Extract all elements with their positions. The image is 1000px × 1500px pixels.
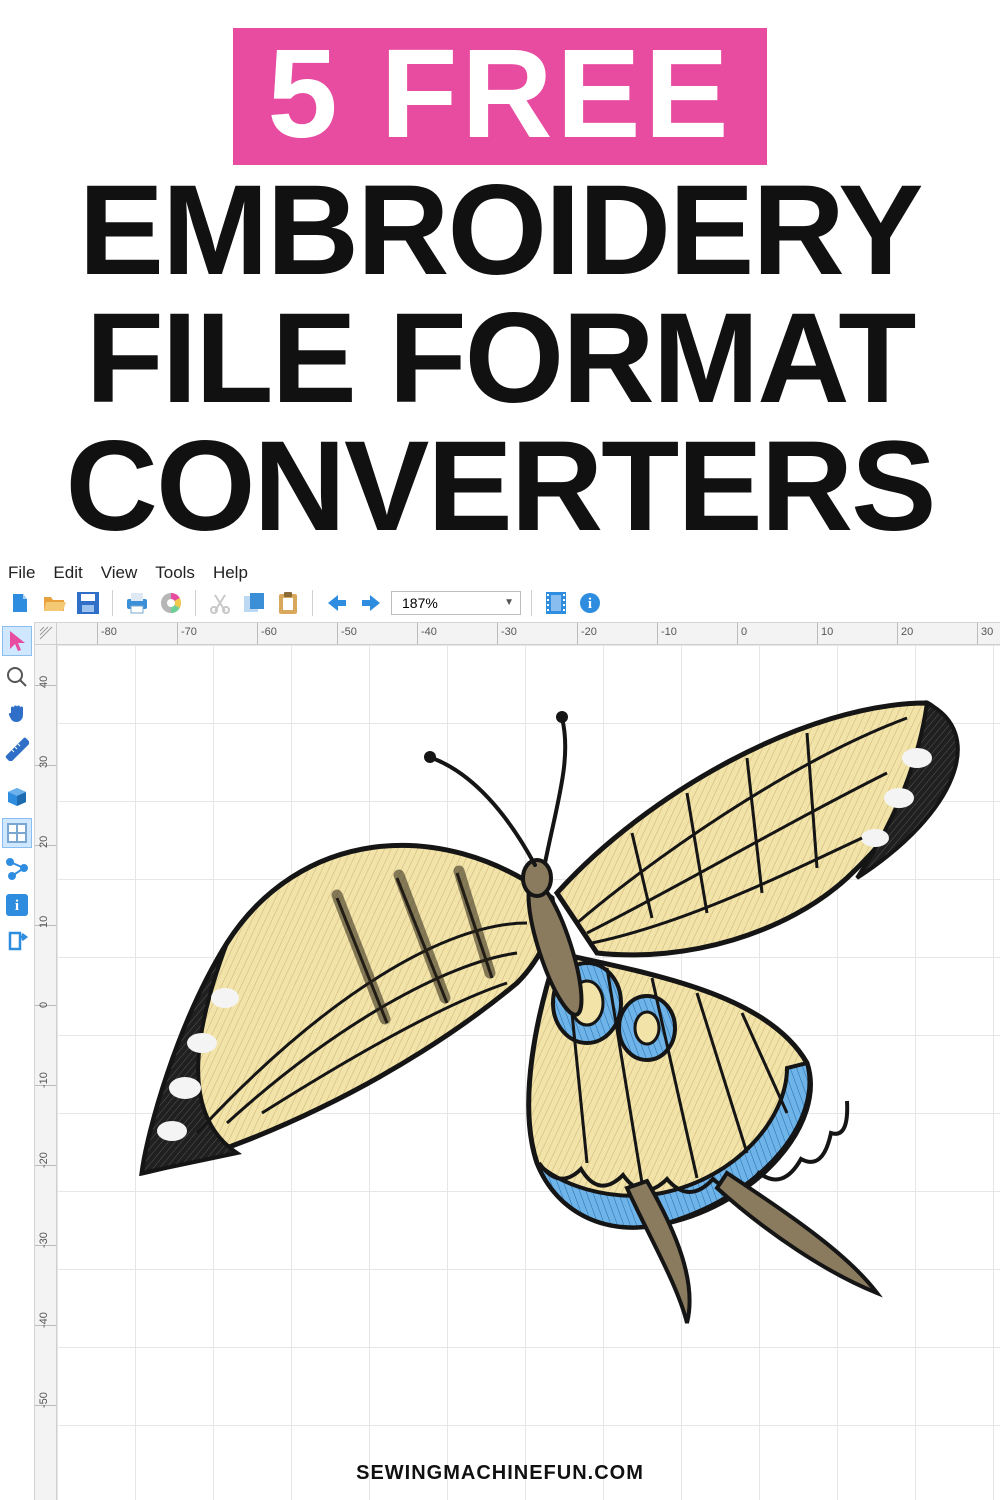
headline-line-2: FILE FORMAT [20,297,980,421]
menu-tools[interactable]: Tools [155,563,195,583]
open-file-icon[interactable] [40,589,68,617]
menu-help[interactable]: Help [213,563,248,583]
export-icon[interactable] [2,926,32,956]
toolbar: 187% ▼ i [0,586,1000,622]
cut-icon[interactable] [206,589,234,617]
headline-line-3: CONVERTERS [20,425,980,549]
ruler-tick: -50 [35,1405,56,1406]
butterfly-design [87,663,1000,1343]
canvas-area: -80 -70 -60 -50 -40 -30 -20 -10 0 10 20 30 40 30 20 10… [34,622,1000,1500]
print-icon[interactable] [123,589,151,617]
ruler-tick: -30 [497,623,498,644]
ruler-tick: -20 [35,1165,56,1166]
ruler-tick: 10 [35,925,56,926]
ruler-tick: 10 [817,623,818,644]
ruler-tick: -80 [97,623,98,644]
ruler-tick: 0 [35,1005,56,1006]
paste-icon[interactable] [274,589,302,617]
headline-highlight: 5 FREE [233,28,766,165]
ruler-tick: -10 [35,1085,56,1086]
film-strip-icon[interactable] [542,589,570,617]
ruler-tick: 40 [35,685,56,686]
ruler-tick: -20 [577,623,578,644]
svg-text:i: i [588,596,592,612]
ruler-tick: 0 [737,623,738,644]
headline-line-1: EMBROIDERY [20,169,980,293]
design-canvas[interactable] [57,645,1000,1500]
menu-view[interactable]: View [101,563,138,583]
ruler-tick: 30 [35,765,56,766]
vertical-ruler: 40 30 20 10 0 -10 -20 -30 -40 -50 [35,645,57,1500]
back-arrow-icon[interactable] [323,589,351,617]
headline-block: 5 FREE EMBROIDERY FILE FORMAT CONVERTERS [0,0,1000,559]
menu-file[interactable]: File [8,563,35,583]
app-screenshot: File Edit View Tools Help [0,559,1000,1500]
left-tool-strip: i [0,622,34,1500]
ruler-tick: -70 [177,623,178,644]
chevron-down-icon: ▼ [504,597,514,608]
measure-tool-icon[interactable] [2,734,32,764]
pan-hand-icon[interactable] [2,698,32,728]
svg-text:i: i [15,898,19,914]
zoom-value: 187% [402,595,438,611]
ruler-tick: -40 [417,623,418,644]
ruler-tick: -50 [337,623,338,644]
zoom-tool-icon[interactable] [2,662,32,692]
color-wheel-icon[interactable] [157,589,185,617]
ruler-tick: 20 [897,623,898,644]
ruler-tick: -40 [35,1325,56,1326]
ruler-tick: 20 [35,845,56,846]
select-tool[interactable] [2,626,32,656]
menu-bar: File Edit View Tools Help [0,559,1000,586]
site-credit: SEWINGMACHINEFUN.COM [356,1462,644,1485]
grid-view-icon[interactable] [2,818,32,848]
toolbar-separator [531,590,532,616]
workspace: i -80 -70 -60 -50 -40 -30 -20 -10 0 10 20 30 40 30 20… [0,622,1000,1500]
cube-3d-icon[interactable] [2,782,32,812]
copy-icon[interactable] [240,589,268,617]
ruler-tick: -60 [257,623,258,644]
forward-arrow-icon[interactable] [357,589,385,617]
ruler-tick: 30 [977,623,978,644]
ruler-tick: -30 [35,1245,56,1246]
toolbar-separator [195,590,196,616]
info-icon[interactable]: i [576,589,604,617]
save-icon[interactable] [74,589,102,617]
menu-edit[interactable]: Edit [53,563,82,583]
toolbar-separator [112,590,113,616]
ruler-corner [35,623,57,645]
connect-points-icon[interactable] [2,854,32,884]
zoom-dropdown[interactable]: 187% ▼ [391,591,521,615]
ruler-tick: -10 [657,623,658,644]
new-file-icon[interactable] [6,589,34,617]
horizontal-ruler: -80 -70 -60 -50 -40 -30 -20 -10 0 10 20 30 [57,623,1000,645]
info-square-icon[interactable]: i [2,890,32,920]
toolbar-separator [312,590,313,616]
